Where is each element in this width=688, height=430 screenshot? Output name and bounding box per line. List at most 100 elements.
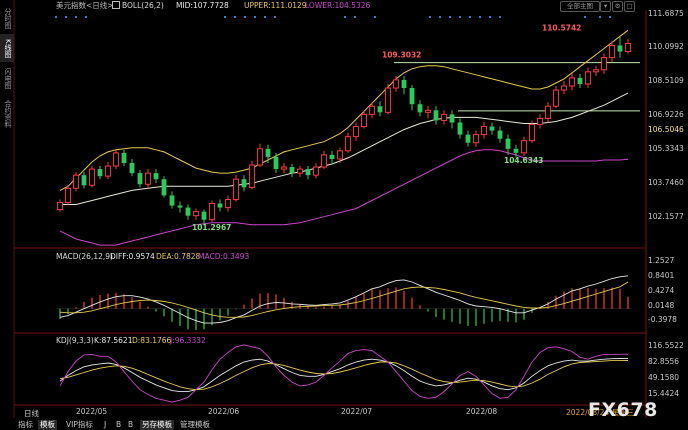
candle-body: [169, 195, 175, 206]
candle-body: [329, 154, 335, 159]
kdj-k-line: [59, 357, 629, 393]
candle-body: [201, 211, 207, 220]
macd-dea-line: [59, 281, 629, 318]
candle-body: [297, 168, 303, 174]
candle-body: [617, 45, 623, 52]
candle-body: [449, 114, 455, 123]
price-chart[interactable]: 110.5742 109.3032 101.2967 104.6343: [0, 0, 688, 430]
candle-body: [401, 79, 407, 89]
event-marker: [608, 15, 612, 19]
annotation-high: 110.5742: [542, 23, 581, 32]
candle-body: [209, 203, 215, 221]
x-tick: 2022/05: [76, 407, 108, 416]
candle-body: [257, 148, 263, 166]
event-marker: [438, 15, 442, 19]
candle-body: [185, 207, 191, 216]
event-marker: [488, 15, 492, 19]
candle-body: [105, 165, 111, 177]
candle-body: [433, 110, 439, 121]
event-marker: [458, 15, 462, 19]
tab-daily[interactable]: 日线: [22, 409, 41, 419]
event-marker: [353, 15, 357, 19]
candle-body: [145, 172, 151, 185]
tab-indicator[interactable]: 指标: [16, 420, 35, 430]
tab-save-template[interactable]: 另存模板: [140, 420, 174, 430]
candle-body: [393, 79, 399, 89]
candle-body: [561, 85, 567, 91]
candle-body: [497, 130, 503, 139]
fx678-logo: FX678: [588, 399, 658, 421]
candle-body: [513, 148, 519, 153]
candle-body: [113, 152, 119, 167]
candle-body: [545, 105, 551, 119]
tab-manage-template[interactable]: 管理模板: [178, 420, 212, 430]
candle-body: [57, 202, 63, 211]
boll-upper-line: [59, 29, 629, 191]
candle-body: [553, 89, 559, 107]
tab-j[interactable]: J: [102, 420, 108, 430]
event-marker: [263, 15, 267, 19]
macd-y-tick: -0.3978: [648, 315, 677, 324]
kdj-y-tick: 116.5522: [648, 341, 684, 350]
candle-body: [337, 150, 343, 160]
candle-body: [137, 173, 143, 185]
tab-vip-indicator[interactable]: VIP指标: [64, 420, 95, 430]
tab-template[interactable]: 模板: [38, 420, 57, 430]
x-tick: 2022/06: [208, 407, 240, 416]
event-marker: [448, 15, 452, 19]
candle-body: [529, 123, 535, 142]
candle-body: [225, 198, 231, 209]
candle-body: [233, 178, 239, 200]
candle-body: [425, 109, 431, 113]
candle-body: [313, 166, 319, 176]
candle-body: [465, 134, 471, 143]
kdj-y-tick: 49.1580: [648, 373, 680, 382]
candle-body: [161, 179, 167, 196]
macd-y-tick: 0.4274: [648, 286, 675, 295]
event-marker: [253, 15, 257, 19]
kdj-y-tick: 15.4424: [648, 389, 680, 398]
tab-b1[interactable]: B: [114, 420, 123, 430]
candle-body: [249, 164, 255, 188]
candle-body: [505, 138, 511, 149]
candle-body: [473, 134, 479, 144]
macd-y-tick: 1.2527: [648, 256, 675, 265]
candle-body: [377, 106, 383, 113]
y-tick: 110.0992: [648, 42, 684, 51]
candle-body: [593, 69, 599, 73]
candle-body: [217, 203, 223, 208]
candle-body: [353, 126, 359, 138]
annotation-low: 101.2967: [192, 223, 231, 232]
candle-body: [489, 126, 495, 131]
chart-window: 美元指数<日线> BOLL(26,2) MID:107.7728 UPPER:1…: [0, 0, 688, 430]
candle-body: [577, 77, 583, 84]
x-tick: 2022/08: [466, 407, 498, 416]
event-marker: [54, 15, 58, 19]
candle-body: [521, 140, 527, 154]
candle-body: [73, 174, 79, 189]
candle-body: [537, 117, 543, 125]
event-marker: [343, 15, 347, 19]
y-tick: 105.3343: [648, 144, 684, 153]
event-marker: [273, 15, 277, 19]
candle-body: [289, 167, 295, 174]
level-price-label: 106.5046: [648, 125, 684, 134]
candle-body: [585, 71, 591, 85]
event-marker: [583, 15, 587, 19]
candle-body: [81, 175, 87, 186]
candle-body: [65, 187, 71, 204]
macd-diff-line: [59, 275, 629, 324]
event-marker: [598, 15, 602, 19]
event-marker: [498, 15, 502, 19]
kdj-d-line: [59, 360, 629, 391]
annotation-level: 109.3032: [382, 51, 421, 60]
candle-body: [153, 173, 159, 180]
candle-body: [609, 44, 615, 59]
candle-body: [305, 169, 311, 176]
candle-body: [601, 57, 607, 71]
candle-body: [409, 88, 415, 105]
tab-b2[interactable]: B: [126, 420, 135, 430]
candle-body: [321, 154, 327, 168]
candle-body: [345, 136, 351, 152]
candle-body: [89, 168, 95, 186]
